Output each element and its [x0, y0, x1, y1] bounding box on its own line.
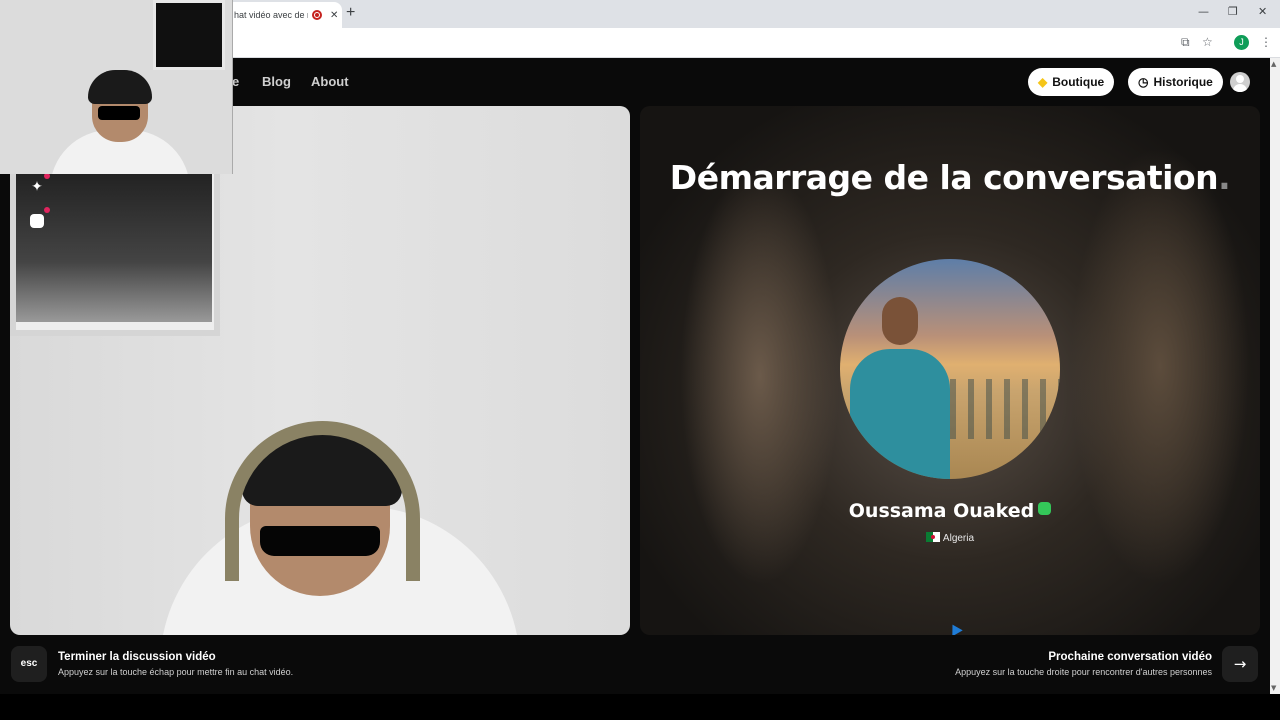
- browser-menu-icon[interactable]: ⋮: [1260, 35, 1272, 49]
- next-chat-hint: Appuyez sur la touche droite pour rencon…: [955, 667, 1212, 677]
- browser-tab[interactable]: hat vidéo avec de n ✕: [226, 2, 342, 28]
- new-tab-button[interactable]: +: [346, 4, 355, 22]
- install-app-icon[interactable]: ⧉: [1181, 35, 1190, 50]
- connecting-heading: Démarrage de la conversation.: [640, 158, 1260, 197]
- webcam-overlay: [0, 0, 233, 174]
- page-scrollbar[interactable]: [1270, 58, 1280, 694]
- mouse-cursor: [947, 621, 963, 635]
- smiley-icon[interactable]: [26, 207, 50, 232]
- nav-link-about[interactable]: About: [311, 74, 349, 89]
- bookmark-star-icon[interactable]: ☆: [1202, 35, 1213, 49]
- scroll-up-arrow[interactable]: ▲: [1271, 60, 1276, 68]
- user-avatar[interactable]: [1230, 72, 1250, 92]
- recording-icon: [312, 10, 322, 20]
- restore-button[interactable]: ❐: [1228, 5, 1238, 18]
- next-chat-button[interactable]: →: [1222, 646, 1258, 682]
- verified-badge-icon: [1038, 502, 1052, 515]
- clock-icon: ◷: [1138, 75, 1149, 89]
- country-label: Algeria: [942, 533, 975, 544]
- partner-name: Oussama Ouaked: [640, 500, 1260, 522]
- end-chat-title: Terminer la discussion vidéo: [58, 651, 216, 663]
- tab-close-button[interactable]: ✕: [330, 10, 338, 21]
- notification-dot: [44, 207, 50, 213]
- minimize-button[interactable]: —: [1198, 5, 1209, 18]
- partner-profile-photo: [840, 259, 1060, 479]
- close-window-button[interactable]: ✕: [1258, 5, 1267, 18]
- browser-profile-avatar[interactable]: J: [1234, 35, 1249, 50]
- sparkles-icon[interactable]: ✦: [26, 173, 50, 198]
- next-chat-title: Prochaine conversation vidéo: [1048, 651, 1212, 663]
- partner-video-panel: Démarrage de la conversation. Oussama Ou…: [640, 106, 1260, 635]
- historique-button[interactable]: ◷ Historique: [1128, 68, 1223, 96]
- algeria-flag-icon: [925, 532, 940, 542]
- esc-key-button[interactable]: esc: [11, 646, 47, 682]
- nav-link-partial[interactable]: e: [232, 74, 239, 89]
- scroll-down-arrow[interactable]: ▼: [1271, 684, 1276, 692]
- local-video-feed: [10, 106, 630, 635]
- tab-title: hat vidéo avec de n: [234, 10, 308, 20]
- end-chat-hint: Appuyez sur la touche échap pour mettre …: [58, 667, 294, 677]
- boutique-button[interactable]: ◆ Boutique: [1028, 68, 1115, 96]
- partner-country: Algeria: [640, 532, 1260, 544]
- partner-name-text: Oussama Ouaked: [848, 500, 1035, 522]
- historique-label: Historique: [1153, 75, 1213, 89]
- loading-dot: .: [1218, 158, 1231, 197]
- gem-icon: ◆: [1038, 75, 1048, 89]
- heading-text: Démarrage de la conversation: [669, 158, 1219, 197]
- nav-link-blog[interactable]: Blog: [262, 74, 291, 89]
- boutique-label: Boutique: [1052, 75, 1105, 89]
- side-toolbar: ✦: [26, 173, 50, 244]
